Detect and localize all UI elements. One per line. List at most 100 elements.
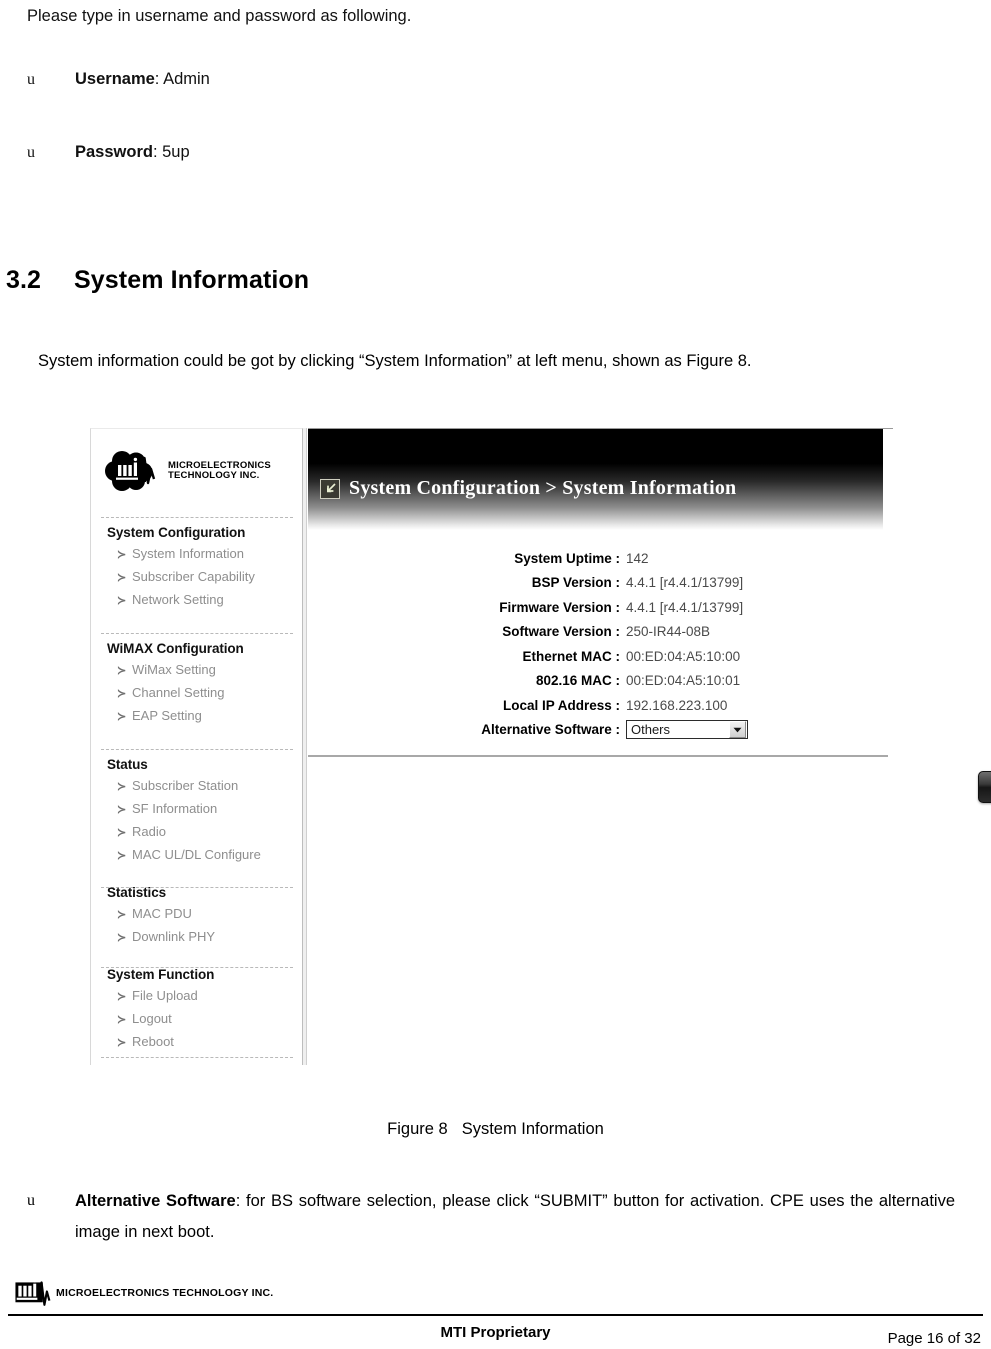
nav-group-statistics: Statistics ≻ MAC PDU ≻ Downlink PHY: [107, 885, 215, 949]
sidebar-item-label: Channel Setting: [132, 685, 225, 700]
submit-button[interactable]: SUBMIT: [978, 771, 991, 803]
sidebar-item-subscriber-capability[interactable]: ≻ Subscriber Capability: [117, 566, 255, 589]
section-number: 3.2: [6, 266, 42, 294]
bullet-label: Username: [75, 70, 155, 88]
nav-divider: [101, 633, 293, 634]
footer-proprietary-text: MTI Proprietary: [440, 1324, 551, 1341]
sidebar-item-wimax-setting[interactable]: ≻ WiMax Setting: [117, 659, 244, 682]
chevron-right-icon: ≻: [117, 850, 127, 862]
bullet-password: u Password: 5up: [27, 143, 190, 162]
info-label: Ethernet MAC :: [522, 648, 621, 664]
footer-divider: [8, 1314, 983, 1316]
bullet-separator: :: [152, 143, 163, 161]
sidebar-item-subscriber-station[interactable]: ≻ Subscriber Station: [117, 775, 261, 798]
info-label: System Uptime :: [514, 550, 620, 566]
sidebar-item-label: EAP Setting: [132, 708, 202, 723]
nav-divider: [101, 517, 293, 518]
sidebar-item-reboot[interactable]: ≻ Reboot: [117, 1031, 214, 1054]
nav-divider: [101, 749, 293, 750]
breadcrumb: System Configuration > System Informatio…: [320, 477, 736, 500]
sidebar-item-logout[interactable]: ≻ Logout: [117, 1008, 214, 1031]
info-row-local-ip-address: Local IP Address : 192.168.223.100: [308, 693, 883, 718]
select-selected-value: Others: [631, 722, 671, 738]
info-row-ethernet-mac: Ethernet MAC : 00:ED:04:A5:10:00: [308, 644, 883, 669]
info-row-bsp-version: BSP Version : 4.4.1 [r4.4.1/13799]: [308, 571, 883, 596]
bullet-label: Password: [75, 143, 153, 161]
info-label: Alternative Software :: [481, 722, 620, 738]
info-value: 4.4.1 [r4.4.1/13799]: [626, 599, 744, 615]
section-paragraph: System information could be got by click…: [38, 352, 752, 370]
bullet-separator: :: [154, 70, 164, 88]
page-footer: MICROELECTRONICS TECHNOLOGY INC. MTI Pro…: [0, 1272, 991, 1349]
sidebar-item-label: MAC UL/DL Configure: [132, 847, 261, 862]
sidebar-item-label: MAC PDU: [132, 906, 192, 921]
nav-group-wimax-configuration: WiMAX Configuration ≻ WiMax Setting ≻ Ch…: [107, 641, 244, 728]
company-line-2: TECHNOLOGY INC.: [168, 470, 260, 481]
sidebar-item-network-setting[interactable]: ≻ Network Setting: [117, 589, 255, 612]
info-row-802-16-mac: 802.16 MAC : 00:ED:04:A5:10:01: [308, 669, 883, 694]
figure-caption-label: Figure 8: [387, 1120, 448, 1138]
mti-logo-icon: [105, 449, 163, 493]
section-heading: 3.2 System Information: [6, 266, 309, 295]
nav-panel: MICROELECTRONICS TECHNOLOGY INC. System …: [90, 428, 303, 1065]
nav-group-system-configuration: System Configuration ≻ System Informatio…: [107, 525, 255, 612]
page-banner: System Configuration > System Informatio…: [308, 429, 883, 530]
note-alternative-software: u Alternative Software: for BS software s…: [27, 1186, 977, 1247]
info-value: 192.168.223.100: [626, 697, 728, 713]
chevron-right-icon: ≻: [117, 932, 127, 944]
footer-company-name: MICROELECTRONICS TECHNOLOGY INC.: [56, 1287, 274, 1300]
nav-group-title: Status: [107, 757, 148, 772]
chevron-right-icon: ≻: [117, 665, 127, 677]
sidebar-item-mac-ul-dl-configure[interactable]: ≻ MAC UL/DL Configure: [117, 844, 261, 867]
info-value: 4.4.1 [r4.4.1/13799]: [626, 575, 744, 591]
info-label: BSP Version :: [531, 575, 620, 591]
note-label: Alternative Software: [75, 1192, 236, 1210]
info-label: Local IP Address :: [502, 697, 620, 713]
chevron-down-icon[interactable]: [729, 721, 746, 739]
system-information-table: System Uptime : 142 BSP Version : 4.4.1 …: [308, 546, 883, 742]
chevron-right-icon: ≻: [117, 688, 127, 700]
figure-caption: Figure 8 System Information: [0, 1120, 991, 1139]
info-row-system-uptime: System Uptime : 142: [308, 546, 883, 571]
info-value: 00:ED:04:A5:10:01: [626, 673, 741, 689]
sidebar-item-label: Radio: [132, 824, 166, 839]
nav-logo-wordmark: MICROELECTRONICS TECHNOLOGY INC.: [168, 461, 271, 481]
nav-divider-bottom: [101, 1057, 293, 1058]
sidebar-item-channel-setting[interactable]: ≻ Channel Setting: [117, 682, 244, 705]
alternative-software-select[interactable]: Others: [626, 720, 748, 740]
info-row-software-version: Software Version : 250-IR44-08B: [308, 620, 883, 645]
footer-logo: MICROELECTRONICS TECHNOLOGY INC.: [8, 1274, 273, 1314]
info-row-firmware-version: Firmware Version : 4.4.1 [r4.4.1/13799]: [308, 595, 883, 620]
sidebar-item-label: Subscriber Capability: [132, 569, 255, 584]
sidebar-item-label: WiMax Setting: [132, 662, 216, 677]
sidebar-item-label: SF Information: [132, 801, 218, 816]
info-row-alternative-software: Alternative Software : Others: [308, 718, 883, 743]
nav-logo: MICROELECTRONICS TECHNOLOGY INC.: [105, 449, 271, 493]
sidebar-item-radio[interactable]: ≻ Radio: [117, 821, 261, 844]
sidebar-item-label: Network Setting: [132, 592, 224, 607]
bullet-value: 5up: [162, 143, 190, 161]
chevron-right-icon: ≻: [117, 804, 127, 816]
chevron-right-icon: ≻: [117, 991, 127, 1003]
chevron-right-icon: ≻: [117, 572, 127, 584]
sidebar-item-mac-pdu[interactable]: ≻ MAC PDU: [117, 903, 215, 926]
sidebar-item-label: Subscriber Station: [132, 778, 239, 793]
chevron-right-icon: ≻: [117, 781, 127, 793]
section-title: System Information: [74, 266, 310, 294]
sidebar-item-eap-setting[interactable]: ≻ EAP Setting: [117, 705, 244, 728]
nav-group-title: System Configuration: [107, 525, 246, 540]
chevron-right-icon: ≻: [117, 1014, 127, 1026]
chevron-right-icon: ≻: [117, 595, 127, 607]
breadcrumb-title: System Configuration > System Informatio…: [349, 477, 737, 499]
sidebar-item-label: System Information: [132, 546, 244, 561]
sidebar-item-sf-information[interactable]: ≻ SF Information: [117, 798, 261, 821]
sidebar-item-system-information[interactable]: ≻ System Information: [117, 543, 255, 566]
info-label: Software Version :: [502, 624, 620, 640]
intro-text: Please type in username and password as …: [27, 7, 412, 25]
mti-logo-icon: [8, 1275, 56, 1313]
bullet-marker: u: [27, 1192, 35, 1209]
sidebar-item-label: Downlink PHY: [132, 929, 216, 944]
sidebar-item-file-upload[interactable]: ≻ File Upload: [117, 985, 214, 1008]
sidebar-item-downlink-phy[interactable]: ≻ Downlink PHY: [117, 926, 215, 949]
bullet-marker: u: [27, 144, 35, 161]
